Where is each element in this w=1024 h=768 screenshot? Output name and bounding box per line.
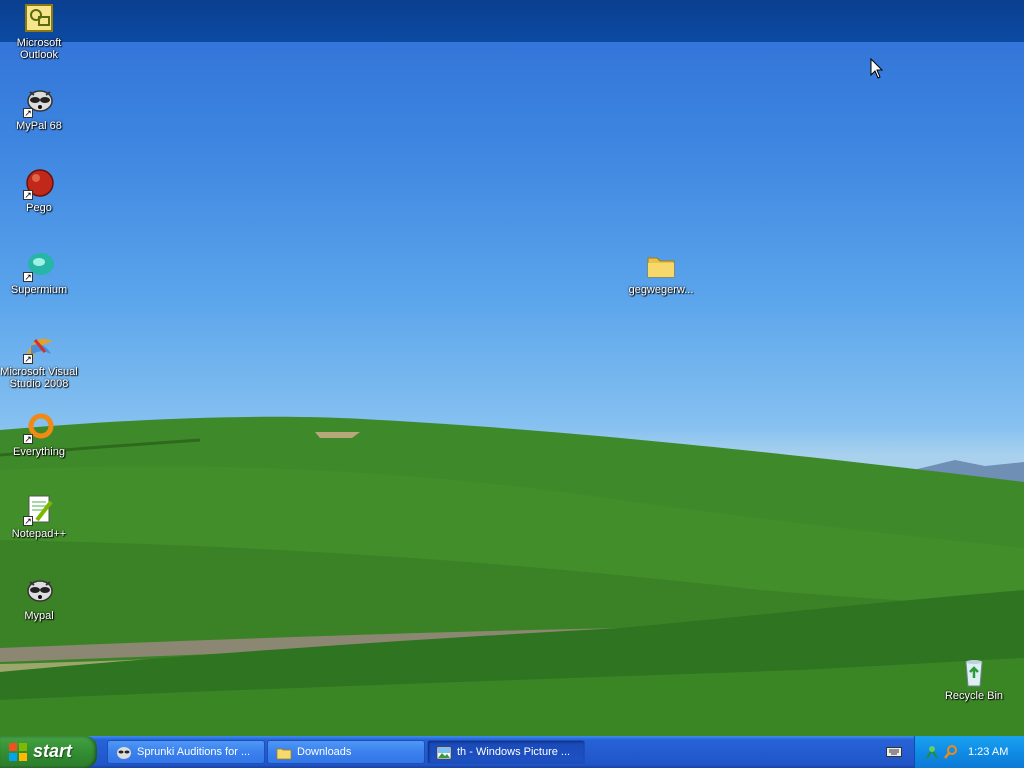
visual-studio-icon: ↗ [23, 332, 55, 364]
shortcut-arrow-icon: ↗ [23, 516, 33, 526]
start-label: start [33, 741, 73, 761]
clock[interactable]: 1:23 AM [968, 746, 1008, 758]
shortcut-arrow-icon: ↗ [23, 354, 33, 364]
desktop-icon-outlook[interactable]: Microsoft Outlook [0, 3, 78, 61]
desktop-icon-label: Recycle Bin [944, 690, 1004, 702]
desktop-icon-mypal[interactable]: Mypal [0, 576, 78, 622]
desktop-icon-pego[interactable]: ↗ Pego [0, 168, 78, 214]
desktop-icon-notepadpp[interactable]: ↗ Notepad++ [0, 494, 78, 540]
keyboard-icon[interactable] [886, 746, 902, 758]
desktop-icon-folder[interactable]: gegwegerw... [622, 250, 700, 296]
desktop-icon-visual-studio[interactable]: ↗ Microsoft Visual Studio 2008 [0, 332, 78, 390]
desktop-icon-label: Notepad++ [11, 528, 67, 540]
mouse-pointer-icon [870, 58, 884, 79]
recycle-bin-icon [958, 656, 990, 688]
raccoon-icon [117, 747, 131, 759]
taskbar-button-sprunki[interactable]: Sprunki Auditions for ... [107, 740, 265, 764]
shortcut-arrow-icon: ↗ [23, 434, 33, 444]
desktop-icon-recycle-bin[interactable]: Recycle Bin [935, 656, 1013, 702]
shortcut-arrow-icon: ↗ [23, 190, 33, 200]
taskbar-button-downloads[interactable]: Downloads [267, 740, 425, 764]
desktop-icon-label: Mypal [24, 610, 54, 622]
taskbar-button-picture-viewer[interactable]: th - Windows Picture ... [427, 740, 585, 764]
pego-icon: ↗ [23, 168, 55, 200]
desktop-icon-label: Pego [26, 202, 52, 214]
desktop-icon-everything[interactable]: ↗ Everything [0, 412, 78, 458]
desktop-icon-label: Microsoft Outlook [16, 37, 62, 61]
raccoon-icon [23, 576, 55, 608]
desktop[interactable]: Microsoft Outlook ↗ MyPal 68 ↗ Pego ↗ Su… [0, 0, 1024, 736]
taskbar-button-label: Downloads [297, 746, 352, 758]
shortcut-arrow-icon: ↗ [23, 272, 33, 282]
everything-icon: ↗ [23, 412, 55, 444]
search-icon[interactable] [943, 744, 959, 760]
desktop-icon-supermium[interactable]: ↗ Supermium [0, 250, 78, 296]
shortcut-arrow-icon: ↗ [23, 108, 33, 118]
network-icon[interactable] [924, 744, 940, 760]
taskbar: start Sprunki Auditions for ... Download… [0, 736, 1024, 768]
desktop-icon-mypal-68[interactable]: ↗ MyPal 68 [0, 86, 78, 132]
desktop-icon-label: Microsoft Visual Studio 2008 [0, 366, 78, 390]
supermium-icon: ↗ [23, 250, 55, 282]
folder-icon [276, 748, 292, 760]
raccoon-icon: ↗ [23, 86, 55, 118]
start-button[interactable]: start [0, 736, 97, 768]
desktop-icon-label: Supermium [10, 284, 68, 296]
notepadpp-icon: ↗ [23, 494, 55, 526]
wallpaper-vineyard [0, 416, 1024, 736]
folder-icon [645, 250, 677, 282]
picture-viewer-icon [436, 746, 452, 760]
taskbar-button-label: Sprunki Auditions for ... [137, 746, 251, 758]
desktop-icon-label: Everything [13, 446, 65, 458]
desktop-icon-label: MyPal 68 [16, 120, 62, 132]
taskbar-button-label: th - Windows Picture ... [457, 746, 571, 758]
desktop-icon-label: gegwegerw... [628, 284, 694, 296]
outlook-icon [23, 3, 55, 35]
system-tray: 1:23 AM [914, 736, 1024, 768]
windows-logo-icon [9, 743, 27, 761]
